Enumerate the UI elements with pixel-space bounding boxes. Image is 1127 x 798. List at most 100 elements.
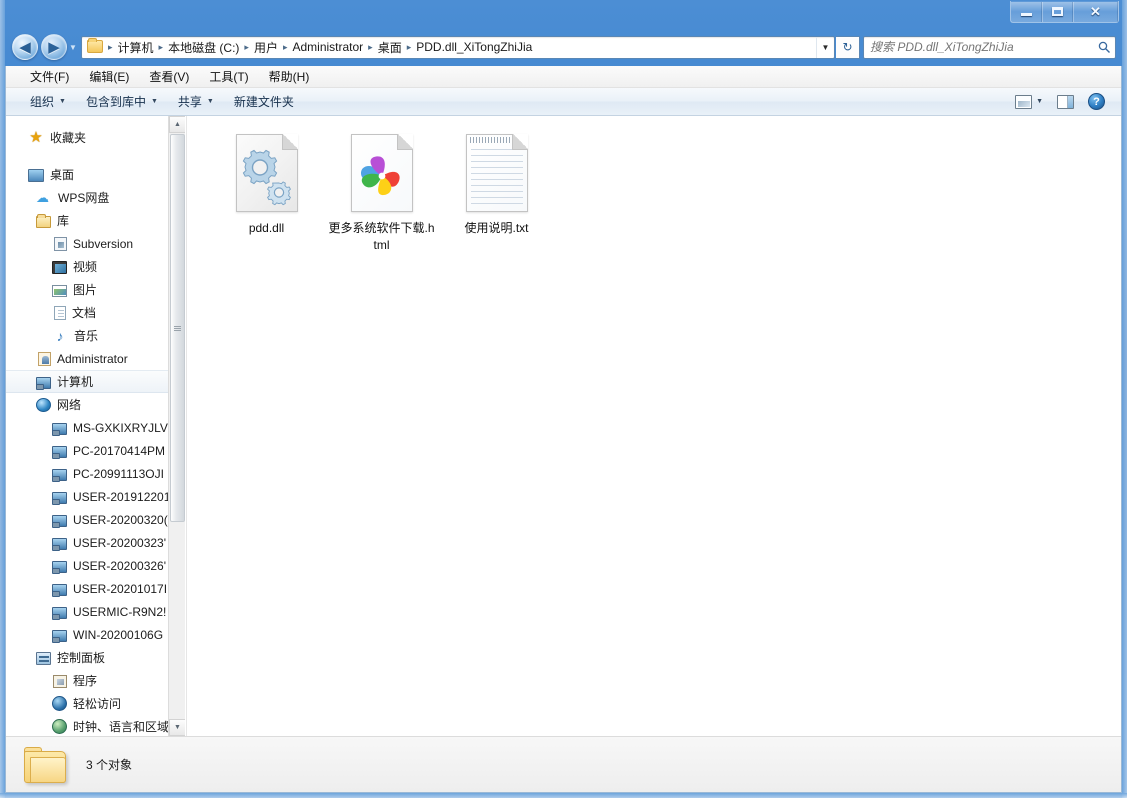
breadcrumb-separator[interactable]: ▸ xyxy=(242,42,251,53)
text-notepad-icon xyxy=(465,134,528,212)
sidebar-item-3[interactable]: 库 xyxy=(6,209,185,232)
maximize-button[interactable] xyxy=(1042,1,1073,22)
share-label: 共享 xyxy=(177,95,202,109)
sidebar-item-17[interactable]: USER-20200323' xyxy=(6,531,185,554)
breadcrumb-separator[interactable]: ▸ xyxy=(157,42,166,53)
search-input[interactable] xyxy=(870,37,1093,57)
organize-button[interactable]: 组织 ▼ xyxy=(20,89,76,114)
breadcrumb-separator: ▸ xyxy=(108,41,113,52)
menu-file[interactable]: 文件(F) xyxy=(20,66,79,87)
forward-button[interactable]: ▶ xyxy=(41,34,67,60)
minimize-button[interactable] xyxy=(1011,1,1042,22)
sidebar-item-23[interactable]: 程序 xyxy=(6,669,185,692)
cloud-icon: ☁ xyxy=(36,189,49,205)
change-view-button[interactable]: ▼ xyxy=(1009,92,1049,112)
browser-pinwheel-icon xyxy=(350,134,413,212)
breadcrumb-separator[interactable]: ▸ xyxy=(405,42,414,53)
menu-help[interactable]: 帮助(H) xyxy=(259,66,320,87)
sidebar-item-9[interactable]: Administrator xyxy=(6,347,185,370)
sidebar-item-4[interactable]: Subversion xyxy=(6,232,185,255)
breadcrumb-separator[interactable]: ▸ xyxy=(281,42,290,53)
ease-of-access-icon xyxy=(52,696,67,711)
file-list-pane[interactable]: pdd.dll 更多系统软件下载.html 使用说明.txt xyxy=(186,116,1121,736)
include-in-library-button[interactable]: 包含到库中 ▼ xyxy=(76,89,168,114)
menu-edit[interactable]: 编辑(E) xyxy=(79,66,139,87)
breadcrumb-item-1[interactable]: 本地磁盘 (C:) xyxy=(165,38,242,57)
user-icon xyxy=(38,352,51,366)
sidebar-item-12[interactable]: MS-GXKIXRYJLV xyxy=(6,416,185,439)
breadcrumb-item-0[interactable]: 计算机 xyxy=(115,38,157,57)
share-button[interactable]: 共享 ▼ xyxy=(168,89,224,114)
sidebar-item-label: 音乐 xyxy=(74,329,99,343)
sidebar-item-0[interactable]: ★ 收藏夹 xyxy=(6,126,185,149)
help-button[interactable]: ? xyxy=(1082,90,1111,113)
sidebar-item-label: USERMIC-R9N2! xyxy=(73,604,167,619)
sidebar-item-8[interactable]: ♪ 音乐 xyxy=(6,324,185,347)
menu-view[interactable]: 查看(V) xyxy=(139,66,199,87)
sidebar-item-20[interactable]: USERMIC-R9N2! xyxy=(6,600,185,623)
scroll-down-button[interactable]: ▼ xyxy=(169,719,185,736)
sidebar-item-label: USER-20200320( xyxy=(73,512,168,527)
file-item-txt[interactable]: 使用说明.txt xyxy=(439,130,554,254)
breadcrumb-separator[interactable]: ▸ xyxy=(366,42,375,53)
sidebar-item-label: Subversion xyxy=(73,236,134,251)
file-item-html[interactable]: 更多系统软件下载.html xyxy=(324,130,439,254)
scroll-up-button[interactable]: ▲ xyxy=(169,116,185,133)
title-bar[interactable]: ✕ xyxy=(0,0,1127,28)
sidebar-item-24[interactable]: 轻松访问 xyxy=(6,692,185,715)
sidebar-item-1[interactable]: 桌面 xyxy=(6,163,185,186)
refresh-icon: ↻ xyxy=(842,40,853,54)
network-pc-icon xyxy=(52,606,67,620)
breadcrumb-item-4[interactable]: 桌面 xyxy=(375,38,405,57)
sidebar-item-14[interactable]: PC-20991113OJI xyxy=(6,462,185,485)
pictures-icon xyxy=(52,284,67,297)
recent-locations-button[interactable]: ▼ xyxy=(67,34,79,60)
sidebar-item-21[interactable]: WIN-20200106G xyxy=(6,623,185,646)
sidebar-item-label: PC-20170414PM xyxy=(73,443,166,458)
breadcrumb-item-3[interactable]: Administrator xyxy=(289,39,366,55)
address-dropdown-button[interactable]: ▼ xyxy=(816,36,834,58)
sidebar-item-7[interactable]: 文档 xyxy=(6,301,185,324)
sidebar-item-22[interactable]: 控制面板 xyxy=(6,646,185,669)
window-frame-right xyxy=(1122,0,1127,798)
sidebar-item-label: 网络 xyxy=(57,398,82,412)
network-pc-icon xyxy=(52,422,67,436)
search-box[interactable] xyxy=(863,35,1116,59)
breadcrumb-item-2[interactable]: 用户 xyxy=(251,38,281,57)
file-name: pdd.dll xyxy=(248,221,285,235)
window-controls: ✕ xyxy=(1010,1,1119,23)
navigation-scrollbar[interactable]: ▲ ▼ xyxy=(168,116,185,736)
file-item-dll[interactable]: pdd.dll xyxy=(209,130,324,254)
sidebar-item-label: USER-20200326' xyxy=(73,558,167,573)
search-icon[interactable] xyxy=(1093,41,1115,54)
sidebar-item-25[interactable]: 时钟、语言和区域 xyxy=(6,715,185,736)
computer-icon xyxy=(36,376,51,390)
body-split: ★ 收藏夹桌面 ☁ WPS网盘库 Subversion 视频图片文档 ♪ 音乐 Administ… xyxy=(6,116,1121,736)
preview-pane-button[interactable] xyxy=(1051,92,1080,112)
sidebar-item-11[interactable]: 网络 xyxy=(6,393,185,416)
close-button[interactable]: ✕ xyxy=(1073,1,1118,22)
sidebar-item-6[interactable]: 图片 xyxy=(6,278,185,301)
documents-icon xyxy=(54,306,66,320)
maximize-icon xyxy=(1052,7,1063,16)
scrollbar-thumb[interactable] xyxy=(170,134,185,522)
sidebar-item-label: 图片 xyxy=(73,283,98,297)
sidebar-item-10[interactable]: 计算机 xyxy=(6,370,185,393)
sidebar-item-2[interactable]: ☁ WPS网盘 xyxy=(6,186,185,209)
chevron-down-icon: ▼ xyxy=(206,98,214,105)
sidebar-item-16[interactable]: USER-20200320( xyxy=(6,508,185,531)
address-bar[interactable]: ▸ 计算机 ▸ 本地磁盘 (C:) ▸ 用户 ▸ Administrator ▸… xyxy=(81,35,835,59)
window-frame-bottom xyxy=(0,793,1127,798)
sidebar-item-13[interactable]: PC-20170414PM xyxy=(6,439,185,462)
new-folder-button[interactable]: 新建文件夹 xyxy=(224,89,304,114)
back-button[interactable]: ◀ xyxy=(12,34,38,60)
network-pc-icon xyxy=(52,514,67,528)
sidebar-item-19[interactable]: USER-20201017I xyxy=(6,577,185,600)
menu-tools[interactable]: 工具(T) xyxy=(199,66,258,87)
sidebar-item-18[interactable]: USER-20200326' xyxy=(6,554,185,577)
sidebar-item-label: 时钟、语言和区域 xyxy=(73,720,170,734)
refresh-button[interactable]: ↻ xyxy=(836,35,860,59)
sidebar-item-15[interactable]: USER-201912201 xyxy=(6,485,185,508)
breadcrumb-item-5[interactable]: PDD.dll_XiTongZhiJia xyxy=(413,39,535,55)
sidebar-item-5[interactable]: 视频 xyxy=(6,255,185,278)
